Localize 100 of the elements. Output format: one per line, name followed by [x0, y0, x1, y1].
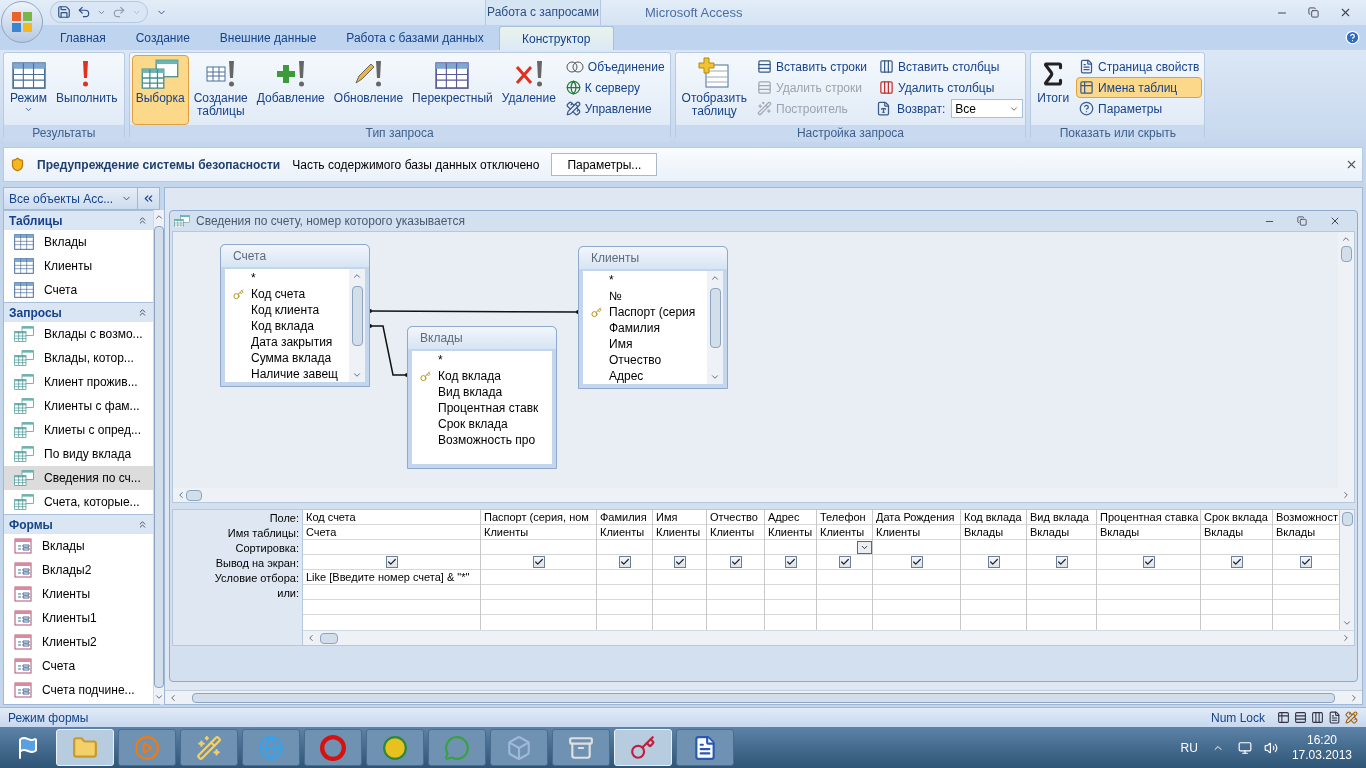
scroll-thumb[interactable]: [1340, 246, 1352, 262]
nav-item[interactable]: Счета: [4, 278, 153, 302]
grid-cell[interactable]: Имя: [653, 510, 706, 525]
checkbox[interactable]: [385, 556, 398, 568]
grid-cell[interactable]: Вклады: [1027, 525, 1096, 540]
field-name[interactable]: Имя: [609, 335, 633, 353]
nav-item[interactable]: Клиенты с фам...: [4, 394, 153, 418]
nav-item[interactable]: Вклады: [4, 534, 153, 558]
grid-cell[interactable]: Отчество: [707, 510, 764, 525]
nav-item[interactable]: Вклады: [4, 230, 153, 254]
network-icon[interactable]: [1237, 740, 1252, 755]
field-name[interactable]: Дата закрытия: [251, 333, 333, 351]
ribbon-button[interactable]: Выполнить: [52, 55, 122, 125]
field-name[interactable]: №: [609, 287, 622, 305]
collapse-icon[interactable]: [142, 192, 155, 205]
checkbox[interactable]: [987, 556, 1000, 568]
grid-cell[interactable]: Вклады: [1201, 525, 1272, 540]
checkbox[interactable]: [1142, 556, 1155, 568]
checkbox[interactable]: [910, 556, 923, 568]
checkbox[interactable]: [1230, 556, 1243, 568]
taskbar-button[interactable]: [490, 729, 548, 766]
ribbon-button[interactable]: Итоги: [1033, 55, 1074, 125]
grid-cell[interactable]: Вид вклада: [1027, 510, 1096, 525]
field-name[interactable]: Код клиента: [251, 301, 320, 319]
ribbon-button[interactable]: Вставить столбцы: [876, 56, 1024, 77]
grid-cell[interactable]: Код счета: [303, 510, 480, 525]
grid-cell[interactable]: Клиенты: [873, 525, 960, 540]
grid-cell[interactable]: Адрес: [765, 510, 816, 525]
help-icon[interactable]: [1345, 30, 1360, 45]
grid-cell[interactable]: Возможност: [1273, 510, 1339, 525]
scroll-thumb[interactable]: [320, 632, 338, 644]
nav-item[interactable]: Счета: [4, 654, 153, 678]
ribbon-button[interactable]: Имена таблиц: [1076, 77, 1203, 98]
nav-item[interactable]: Вклады с возмо...: [4, 322, 153, 346]
taskbar-button[interactable]: [552, 729, 610, 766]
options-button[interactable]: Параметры...: [551, 153, 658, 176]
taskbar-button[interactable]: [180, 729, 238, 766]
scroll-thumb[interactable]: [709, 287, 721, 348]
checkbox[interactable]: [673, 556, 686, 568]
scroll-thumb[interactable]: [351, 285, 363, 346]
vertical-scrollbar[interactable]: [1338, 232, 1354, 488]
grid-cell[interactable]: Like [Введите номер счета] & "*": [303, 570, 480, 585]
clock-date[interactable]: 17.03.2013: [1291, 747, 1352, 763]
taskbar-button[interactable]: [366, 729, 424, 766]
field-name[interactable]: Возможность про: [438, 431, 536, 449]
maximize-icon[interactable]: [1297, 216, 1307, 226]
nav-item[interactable]: Клиенты1: [4, 606, 153, 630]
checkbox[interactable]: [1055, 556, 1068, 568]
ribbon-button[interactable]: Объединение: [562, 56, 668, 77]
ribbon-tab[interactable]: Конструктор: [498, 26, 614, 50]
grid-cell[interactable]: Дата Рождения: [873, 510, 960, 525]
field-name[interactable]: Процентная ставк: [438, 399, 539, 417]
grid-cell[interactable]: Код вклада: [961, 510, 1026, 525]
nav-item[interactable]: По виду вклада: [4, 442, 153, 466]
field-name[interactable]: *: [609, 271, 614, 289]
field-name[interactable]: *: [438, 351, 443, 369]
ribbon-button[interactable]: К серверу: [562, 77, 668, 98]
checkbox[interactable]: [729, 556, 742, 568]
checkbox[interactable]: [784, 556, 797, 568]
restore-icon[interactable]: [1308, 7, 1319, 18]
checkbox[interactable]: [1300, 556, 1312, 568]
field-name[interactable]: Фамилия: [609, 319, 660, 337]
nav-item[interactable]: Клиеты с опред...: [4, 418, 153, 442]
return-dropdown[interactable]: Все: [951, 99, 1024, 118]
close-icon[interactable]: [1339, 6, 1352, 19]
close-icon[interactable]: [1329, 215, 1341, 227]
sort-dropdown[interactable]: [857, 540, 872, 554]
redo-icon[interactable]: [112, 5, 126, 19]
scroll-thumb[interactable]: [186, 489, 202, 501]
grid-cell[interactable]: Клиенты: [653, 525, 706, 540]
horizontal-scrollbar[interactable]: [173, 488, 1354, 502]
nav-item[interactable]: Счета подчине...: [4, 678, 153, 702]
nav-item[interactable]: Вклады2: [4, 558, 153, 582]
nav-item[interactable]: Клиент прожив...: [4, 370, 153, 394]
field-list-window[interactable]: Счета * Код счета Код клиента Код вклада Дата закрытия Сумма вклада Наличие завещ: [220, 244, 370, 387]
field-list-window[interactable]: Клиенты * № Паспорт (серия Фамилия Имя Отчество Адрес: [578, 246, 728, 389]
nav-group-header[interactable]: Запросы: [4, 302, 153, 322]
nav-item[interactable]: Вклады, котор...: [4, 346, 153, 370]
grid-cell[interactable]: Срок вклада: [1201, 510, 1272, 525]
vertical-scrollbar[interactable]: [349, 269, 365, 382]
save-icon[interactable]: [57, 5, 71, 19]
field-name[interactable]: Код счета: [251, 285, 306, 303]
vertical-scrollbar[interactable]: [1340, 510, 1354, 630]
field-name[interactable]: Наличие завещ: [251, 365, 338, 382]
field-name[interactable]: Код вклада: [438, 367, 501, 385]
scroll-thumb[interactable]: [192, 692, 1335, 703]
checkbox[interactable]: [618, 556, 631, 568]
ribbon-button[interactable]: Удалить столбцы: [876, 77, 1024, 98]
grid-cell[interactable]: Клиенты: [765, 525, 816, 540]
field-name[interactable]: Срок вклада: [438, 415, 508, 433]
ribbon-button[interactable]: Создание таблицы: [189, 55, 252, 125]
undo-icon[interactable]: [77, 5, 91, 19]
grid-cell[interactable]: Клиенты: [707, 525, 764, 540]
grid-cell[interactable]: Телефон: [817, 510, 872, 525]
grid-cell[interactable]: Вклады: [1273, 525, 1339, 540]
grid-cell[interactable]: Фамилия: [597, 510, 652, 525]
checkbox[interactable]: [838, 556, 851, 568]
design-view-icon[interactable]: [1345, 711, 1358, 724]
ribbon-button[interactable]: Перекрестный: [408, 55, 497, 125]
field-name[interactable]: Код вклада: [251, 317, 314, 335]
